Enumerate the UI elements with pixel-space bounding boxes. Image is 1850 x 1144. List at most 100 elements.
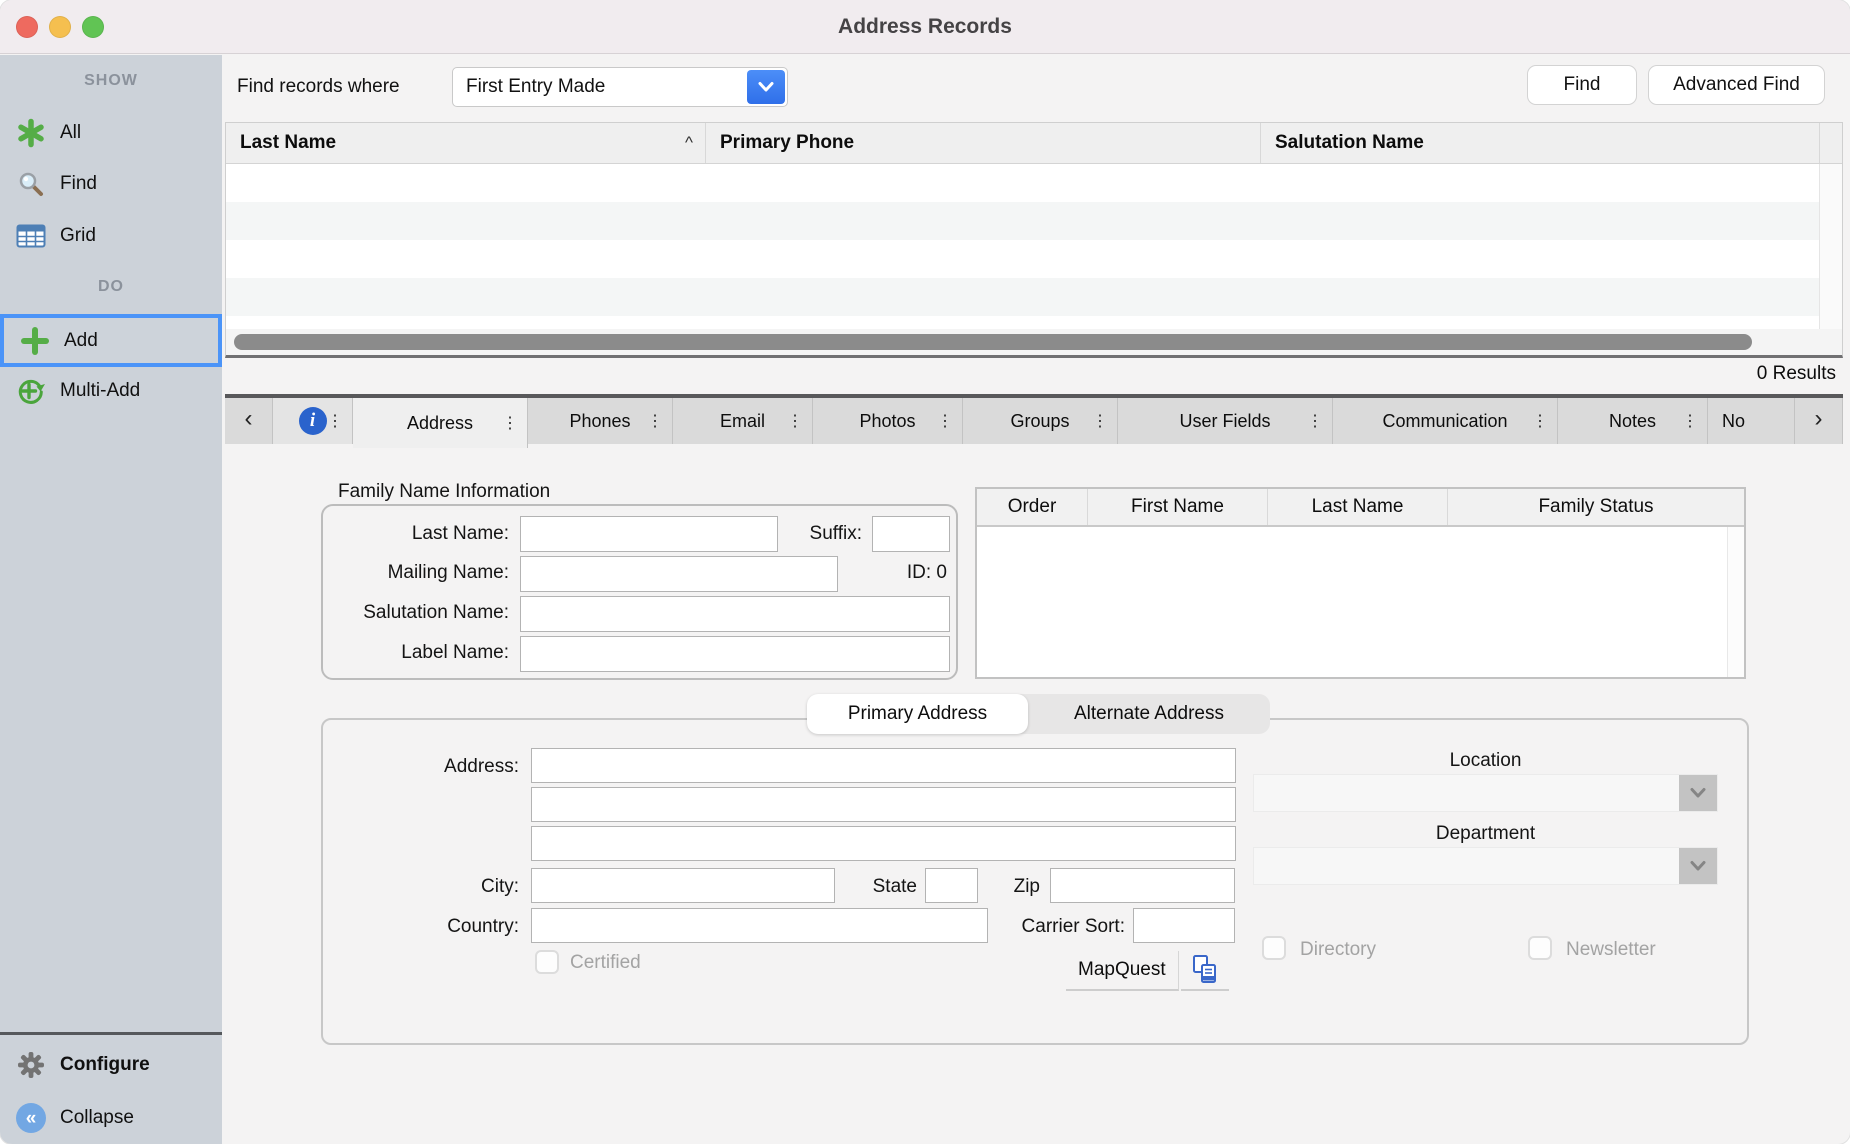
find-field-dropdown[interactable]: First Entry Made (452, 67, 788, 107)
grid-table-icon (14, 224, 48, 248)
zip-input[interactable] (1050, 868, 1235, 903)
address-line2-input[interactable] (531, 787, 1236, 822)
city-input[interactable] (531, 868, 835, 903)
carrier-sort-input[interactable] (1133, 908, 1235, 943)
city-label: City: (390, 876, 519, 898)
tabs-scroll-right-button[interactable]: › (1795, 398, 1843, 444)
salutation-name-input[interactable] (520, 596, 950, 632)
tab-truncated[interactable]: No (1708, 398, 1795, 444)
sidebar-item-configure[interactable]: Configure (0, 1045, 222, 1085)
copy-address-icon[interactable] (1181, 951, 1229, 991)
horizontal-scrollbar-thumb[interactable] (234, 334, 1752, 350)
address-tabs: Primary Address Alternate Address (807, 694, 1270, 734)
tab-phones[interactable]: Phones⋮ (528, 398, 673, 444)
country-label: Country: (380, 916, 519, 938)
tab-primary-address[interactable]: Primary Address (807, 694, 1028, 734)
tab-info[interactable]: i ⋮ (273, 398, 353, 444)
asterisk-icon (14, 118, 48, 148)
address-line1-input[interactable] (531, 748, 1236, 783)
plus-icon (18, 326, 52, 356)
location-select[interactable] (1253, 774, 1718, 812)
newsletter-checkbox[interactable] (1528, 936, 1552, 960)
record-id-label: ID: 0 (870, 562, 947, 584)
results-rows (226, 164, 1842, 355)
tab-photos[interactable]: Photos⋮ (813, 398, 963, 444)
column-header-primary-phone[interactable]: Primary Phone (706, 123, 1261, 163)
column-header-family-status[interactable]: Family Status (1448, 489, 1744, 525)
dropdown-selected-value: First Entry Made (453, 76, 605, 98)
zip-label: Zip (995, 876, 1040, 898)
sidebar: SHOW All Find (0, 55, 222, 1144)
tab-email[interactable]: Email⋮ (673, 398, 813, 444)
advanced-find-button[interactable]: Advanced Find (1648, 65, 1825, 105)
tab-menu-icon[interactable]: ⋮ (787, 411, 803, 431)
country-input[interactable] (531, 908, 988, 943)
sidebar-item-add[interactable]: Add (0, 314, 222, 367)
column-header-last-name[interactable]: Last Name ^ (226, 123, 706, 163)
sidebar-item-label: Find (60, 173, 97, 195)
column-header-order[interactable]: Order (977, 489, 1088, 525)
tabs-scroll-left-button[interactable]: ‹ (225, 398, 273, 444)
certified-checkbox[interactable] (535, 950, 559, 974)
results-count: 0 Results (1757, 363, 1836, 385)
label-name-input[interactable] (520, 636, 950, 672)
column-header-last-name[interactable]: Last Name (1268, 489, 1448, 525)
column-header-salutation-name[interactable]: Salutation Name (1261, 123, 1820, 163)
tab-groups[interactable]: Groups⋮ (963, 398, 1118, 444)
mapquest-button[interactable]: MapQuest (1066, 951, 1179, 991)
last-name-input[interactable] (520, 516, 778, 552)
tab-user-fields[interactable]: User Fields⋮ (1118, 398, 1333, 444)
tab-menu-icon[interactable]: ⋮ (1307, 411, 1323, 431)
label-name-label: Label Name: (325, 642, 509, 664)
table-row (226, 240, 1842, 278)
tab-communication[interactable]: Communication⋮ (1333, 398, 1558, 444)
mailing-name-input[interactable] (520, 556, 838, 592)
sidebar-item-all[interactable]: All (0, 113, 222, 153)
find-button[interactable]: Find (1527, 65, 1637, 105)
directory-checkbox[interactable] (1262, 936, 1286, 960)
column-header-first-name[interactable]: First Name (1088, 489, 1268, 525)
suffix-input[interactable] (872, 516, 950, 552)
location-label: Location (1253, 750, 1718, 772)
tab-notes[interactable]: Notes⋮ (1558, 398, 1708, 444)
results-table: Last Name ^ Primary Phone Salutation Nam… (225, 122, 1843, 358)
tab-menu-icon[interactable]: ⋮ (1092, 411, 1108, 431)
tab-menu-icon[interactable]: ⋮ (937, 411, 953, 431)
sidebar-section-do: DO (0, 278, 222, 296)
tab-menu-icon[interactable]: ⋮ (1682, 411, 1698, 431)
vertical-scrollbar[interactable] (1819, 164, 1842, 329)
table-row (226, 202, 1842, 240)
sidebar-item-collapse[interactable]: « Collapse (0, 1098, 222, 1138)
chevron-down-icon[interactable] (1679, 775, 1717, 811)
chevron-left-icon: ‹ (245, 405, 253, 437)
tab-menu-icon[interactable]: ⋮ (647, 411, 663, 431)
mailing-name-label: Mailing Name: (325, 562, 509, 584)
table-row (226, 164, 1842, 202)
titlebar: Address Records (0, 0, 1850, 54)
mapquest-control: MapQuest (1066, 951, 1229, 991)
sort-ascending-icon: ^ (685, 133, 693, 153)
results-table-header: Last Name ^ Primary Phone Salutation Nam… (226, 123, 1842, 164)
sidebar-item-find[interactable]: Find (0, 164, 222, 204)
vertical-scrollbar[interactable] (1727, 527, 1744, 677)
sidebar-item-label: Add (64, 330, 98, 352)
tab-address[interactable]: Address⋮ (353, 398, 528, 448)
family-table-header: Order First Name Last Name Family Status (977, 489, 1744, 527)
newsletter-label: Newsletter (1566, 939, 1656, 961)
tab-alternate-address[interactable]: Alternate Address (1028, 694, 1270, 734)
sidebar-item-multi-add[interactable]: Multi-Add (0, 371, 222, 411)
department-select[interactable] (1253, 847, 1718, 885)
tab-menu-icon[interactable]: ⋮ (502, 413, 518, 433)
address-line3-input[interactable] (531, 826, 1236, 861)
horizontal-scrollbar[interactable] (226, 329, 1842, 355)
family-group-title: Family Name Information (338, 481, 550, 503)
sidebar-item-grid[interactable]: Grid (0, 216, 222, 256)
tab-menu-icon[interactable]: ⋮ (1532, 411, 1548, 431)
sidebar-divider (0, 1032, 222, 1035)
state-input[interactable] (925, 868, 978, 903)
chevron-down-icon[interactable] (747, 70, 785, 104)
chevron-down-icon[interactable] (1679, 848, 1717, 884)
sidebar-section-show: SHOW (0, 72, 222, 90)
tab-menu-icon[interactable]: ⋮ (327, 411, 343, 431)
detail-tabbar: ‹ i ⋮ Address⋮ Phones⋮ Email⋮ Photos⋮ Gr… (225, 394, 1843, 448)
